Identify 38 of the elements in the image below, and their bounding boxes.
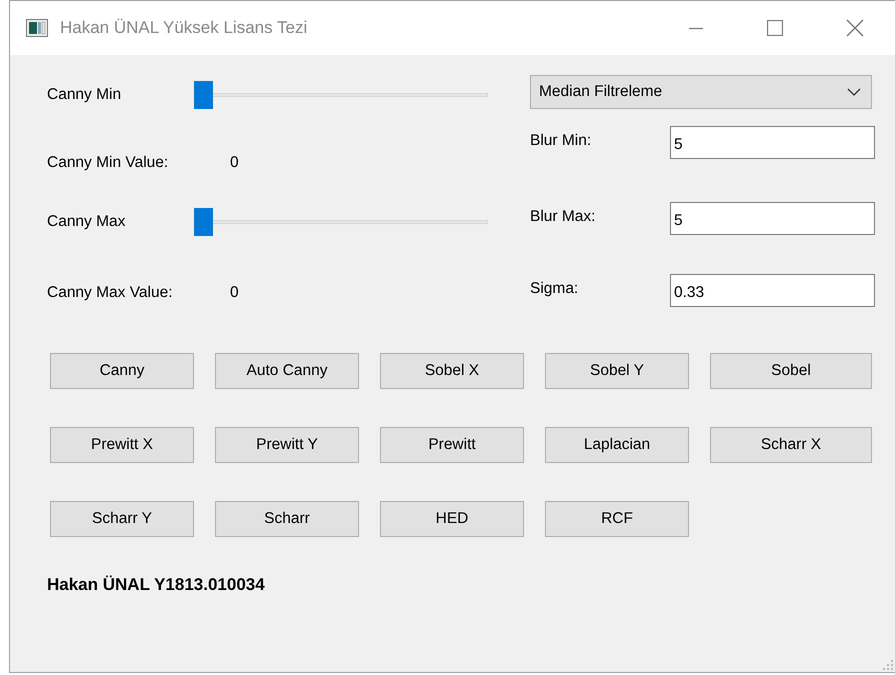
field-label: Sigma: — [530, 279, 580, 299]
slider-label: Canny Max — [47, 212, 126, 232]
value-label: Canny Min Value: — [47, 153, 170, 174]
slider[interactable] — [194, 208, 488, 236]
footer-text: Hakan ÜNAL Y1813.010034 — [47, 574, 266, 596]
filter-button[interactable]: Sobel Y — [545, 353, 689, 389]
filter-button[interactable]: Prewitt Y — [215, 427, 359, 463]
value-text: 0 — [230, 283, 239, 304]
window-title: Hakan ÜNAL Yüksek Lisans Tezi — [60, 17, 308, 40]
value-text: 0 — [230, 153, 239, 174]
filter-button[interactable]: Prewitt — [380, 427, 524, 463]
input-field[interactable]: 5 — [670, 202, 875, 235]
close-icon[interactable] — [846, 19, 864, 37]
filter-button[interactable]: Scharr Y — [50, 501, 194, 537]
chevron-icon — [847, 88, 861, 96]
slider-thumb[interactable] — [194, 81, 213, 109]
field-label: Blur Max: — [530, 207, 596, 227]
slider-thumb[interactable] — [194, 208, 213, 236]
value-label: Canny Max Value: — [47, 283, 174, 304]
filter-button[interactable]: Scharr X — [710, 427, 872, 463]
filter-button[interactable]: Auto Canny — [215, 353, 359, 389]
app-icon — [26, 19, 48, 37]
field-label: Blur Min: — [530, 131, 592, 151]
filter-button[interactable]: Sobel — [710, 353, 872, 389]
maximize-icon[interactable] — [767, 20, 783, 36]
filter-button[interactable]: Canny — [50, 353, 194, 389]
filter-button[interactable]: RCF — [545, 501, 689, 537]
input-field[interactable]: 5 — [670, 126, 875, 159]
filter-button[interactable]: Scharr — [215, 501, 359, 537]
filter-dropdown[interactable]: Median Filtreleme — [530, 75, 872, 109]
input-field[interactable]: 0.33 — [670, 274, 875, 307]
slider-label: Canny Min — [47, 85, 122, 106]
slider[interactable] — [194, 81, 488, 109]
size-grip-icon[interactable] — [883, 660, 893, 670]
filter-button[interactable]: Sobel X — [380, 353, 524, 389]
filter-button[interactable]: Prewitt X — [50, 427, 194, 463]
filter-button[interactable]: Laplacian — [545, 427, 689, 463]
filter-button[interactable]: HED — [380, 501, 524, 537]
